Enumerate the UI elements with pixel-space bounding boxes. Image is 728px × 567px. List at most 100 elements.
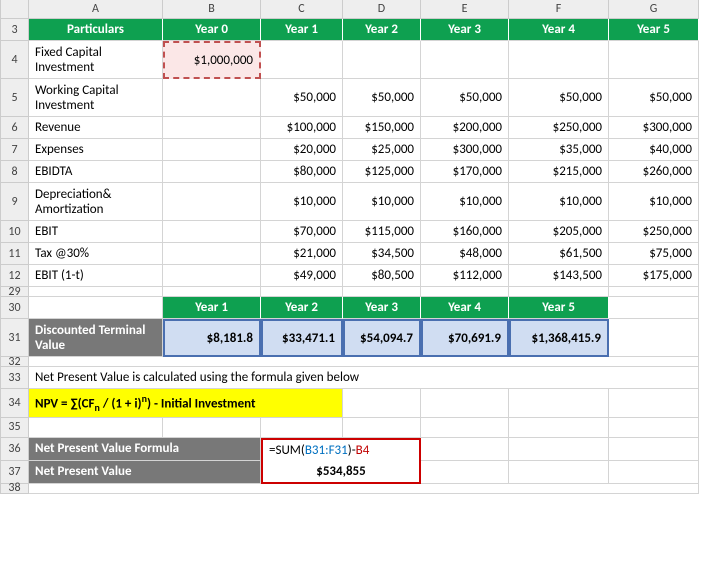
- cell[interactable]: [163, 117, 261, 139]
- cell[interactable]: [261, 41, 343, 79]
- cell[interactable]: [421, 418, 509, 438]
- cell[interactable]: $300,000: [421, 139, 509, 161]
- label-expenses[interactable]: Expenses: [29, 139, 163, 161]
- row-header-9[interactable]: 9: [1, 183, 29, 221]
- label-depreciation[interactable]: Depreciation& Amortization: [29, 183, 163, 221]
- col-header-f[interactable]: F: [509, 0, 609, 19]
- cell[interactable]: $50,000: [421, 79, 509, 117]
- col-header-d[interactable]: D: [343, 0, 421, 19]
- cell[interactable]: $10,000: [261, 183, 343, 221]
- row-header-6[interactable]: 6: [1, 117, 29, 139]
- cell[interactable]: [609, 389, 699, 418]
- cell[interactable]: $260,000: [609, 161, 699, 183]
- cell[interactable]: [163, 243, 261, 265]
- cell[interactable]: [261, 287, 343, 297]
- cell[interactable]: $250,000: [509, 117, 609, 139]
- cell[interactable]: $170,000: [421, 161, 509, 183]
- cell[interactable]: [343, 287, 421, 297]
- cell[interactable]: $70,000: [261, 221, 343, 243]
- cell[interactable]: $10,000: [609, 183, 699, 221]
- cell[interactable]: $150,000: [343, 117, 421, 139]
- col-header-c[interactable]: C: [261, 0, 343, 19]
- row-header-34[interactable]: 34: [1, 389, 29, 418]
- cell-d31[interactable]: $54,094.7: [343, 319, 421, 357]
- cell[interactable]: $200,000: [421, 117, 509, 139]
- cell[interactable]: $10,000: [343, 183, 421, 221]
- cell[interactable]: [163, 221, 261, 243]
- cell[interactable]: [29, 297, 163, 319]
- cell[interactable]: $34,500: [343, 243, 421, 265]
- cell[interactable]: [163, 418, 261, 438]
- cell[interactable]: [609, 438, 699, 461]
- col-header-b[interactable]: B: [163, 0, 261, 19]
- cell[interactable]: $10,000: [421, 183, 509, 221]
- cell[interactable]: [421, 287, 509, 297]
- cell[interactable]: [29, 418, 163, 438]
- cell[interactable]: $50,000: [609, 79, 699, 117]
- row-header-32[interactable]: 32: [1, 357, 29, 367]
- cell[interactable]: [509, 461, 609, 484]
- cell[interactable]: [163, 161, 261, 183]
- cell[interactable]: $25,000: [343, 139, 421, 161]
- row-header-11[interactable]: 11: [1, 243, 29, 265]
- cell[interactable]: [509, 41, 609, 79]
- label-ebit-1t[interactable]: EBIT (1-t): [29, 265, 163, 287]
- cell[interactable]: $205,000: [509, 221, 609, 243]
- cell[interactable]: [163, 265, 261, 287]
- col-header-a[interactable]: A: [29, 0, 163, 19]
- row-header-30[interactable]: 30: [1, 297, 29, 319]
- label-discounted-terminal[interactable]: Discounted Terminal Value: [29, 319, 163, 357]
- row-header-8[interactable]: 8: [1, 161, 29, 183]
- cell[interactable]: [509, 389, 609, 418]
- row-header-35[interactable]: 35: [1, 418, 29, 438]
- cell[interactable]: $80,000: [261, 161, 343, 183]
- col-header-g[interactable]: G: [609, 0, 699, 19]
- row-header-31[interactable]: 31: [1, 319, 29, 357]
- cell[interactable]: [421, 41, 509, 79]
- cell[interactable]: [163, 183, 261, 221]
- cell[interactable]: $250,000: [609, 221, 699, 243]
- cell[interactable]: [29, 287, 163, 297]
- cell[interactable]: $160,000: [421, 221, 509, 243]
- cell[interactable]: $20,000: [261, 139, 343, 161]
- cell[interactable]: [509, 438, 609, 461]
- label-working-capital[interactable]: Working Capital Investment: [29, 79, 163, 117]
- cell[interactable]: [509, 418, 609, 438]
- cell[interactable]: $112,000: [421, 265, 509, 287]
- row-header-4[interactable]: 4: [1, 41, 29, 79]
- cell[interactable]: $125,000: [343, 161, 421, 183]
- cell-b4-fixed-capital[interactable]: $1,000,000: [163, 41, 261, 79]
- cell[interactable]: [163, 139, 261, 161]
- cell[interactable]: [609, 418, 699, 438]
- cell[interactable]: [609, 297, 699, 319]
- cell[interactable]: $80,500: [343, 265, 421, 287]
- cell-e31[interactable]: $70,691.9: [421, 319, 509, 357]
- cell[interactable]: $215,000: [509, 161, 609, 183]
- cell[interactable]: $75,000: [609, 243, 699, 265]
- row-header-5[interactable]: 5: [1, 79, 29, 117]
- cell[interactable]: $40,000: [609, 139, 699, 161]
- cell-c31[interactable]: $33,471.1: [261, 319, 343, 357]
- cell[interactable]: $50,000: [343, 79, 421, 117]
- cell-b31[interactable]: $8,181.8: [163, 319, 261, 357]
- cell[interactable]: [509, 287, 609, 297]
- col-header-e[interactable]: E: [421, 0, 509, 19]
- label-tax[interactable]: Tax @30%: [29, 243, 163, 265]
- cell[interactable]: [163, 79, 261, 117]
- label-revenue[interactable]: Revenue: [29, 117, 163, 139]
- cell[interactable]: [609, 461, 699, 484]
- row-header-10[interactable]: 10: [1, 221, 29, 243]
- spreadsheet-grid[interactable]: A B C D E F G 3 Particulars Year 0 Year …: [0, 0, 728, 494]
- cell[interactable]: $21,000: [261, 243, 343, 265]
- cell[interactable]: $35,000: [509, 139, 609, 161]
- label-ebidta[interactable]: EBIDTA: [29, 161, 163, 183]
- label-ebit[interactable]: EBIT: [29, 221, 163, 243]
- row-header-38[interactable]: 38: [1, 484, 29, 494]
- cell[interactable]: [343, 389, 421, 418]
- cell[interactable]: [343, 41, 421, 79]
- cell[interactable]: $49,000: [261, 265, 343, 287]
- row-header-3[interactable]: 3: [1, 19, 29, 41]
- cell[interactable]: $10,000: [509, 183, 609, 221]
- row-header-36[interactable]: 36: [1, 438, 29, 461]
- row-header-29[interactable]: 29: [1, 287, 29, 297]
